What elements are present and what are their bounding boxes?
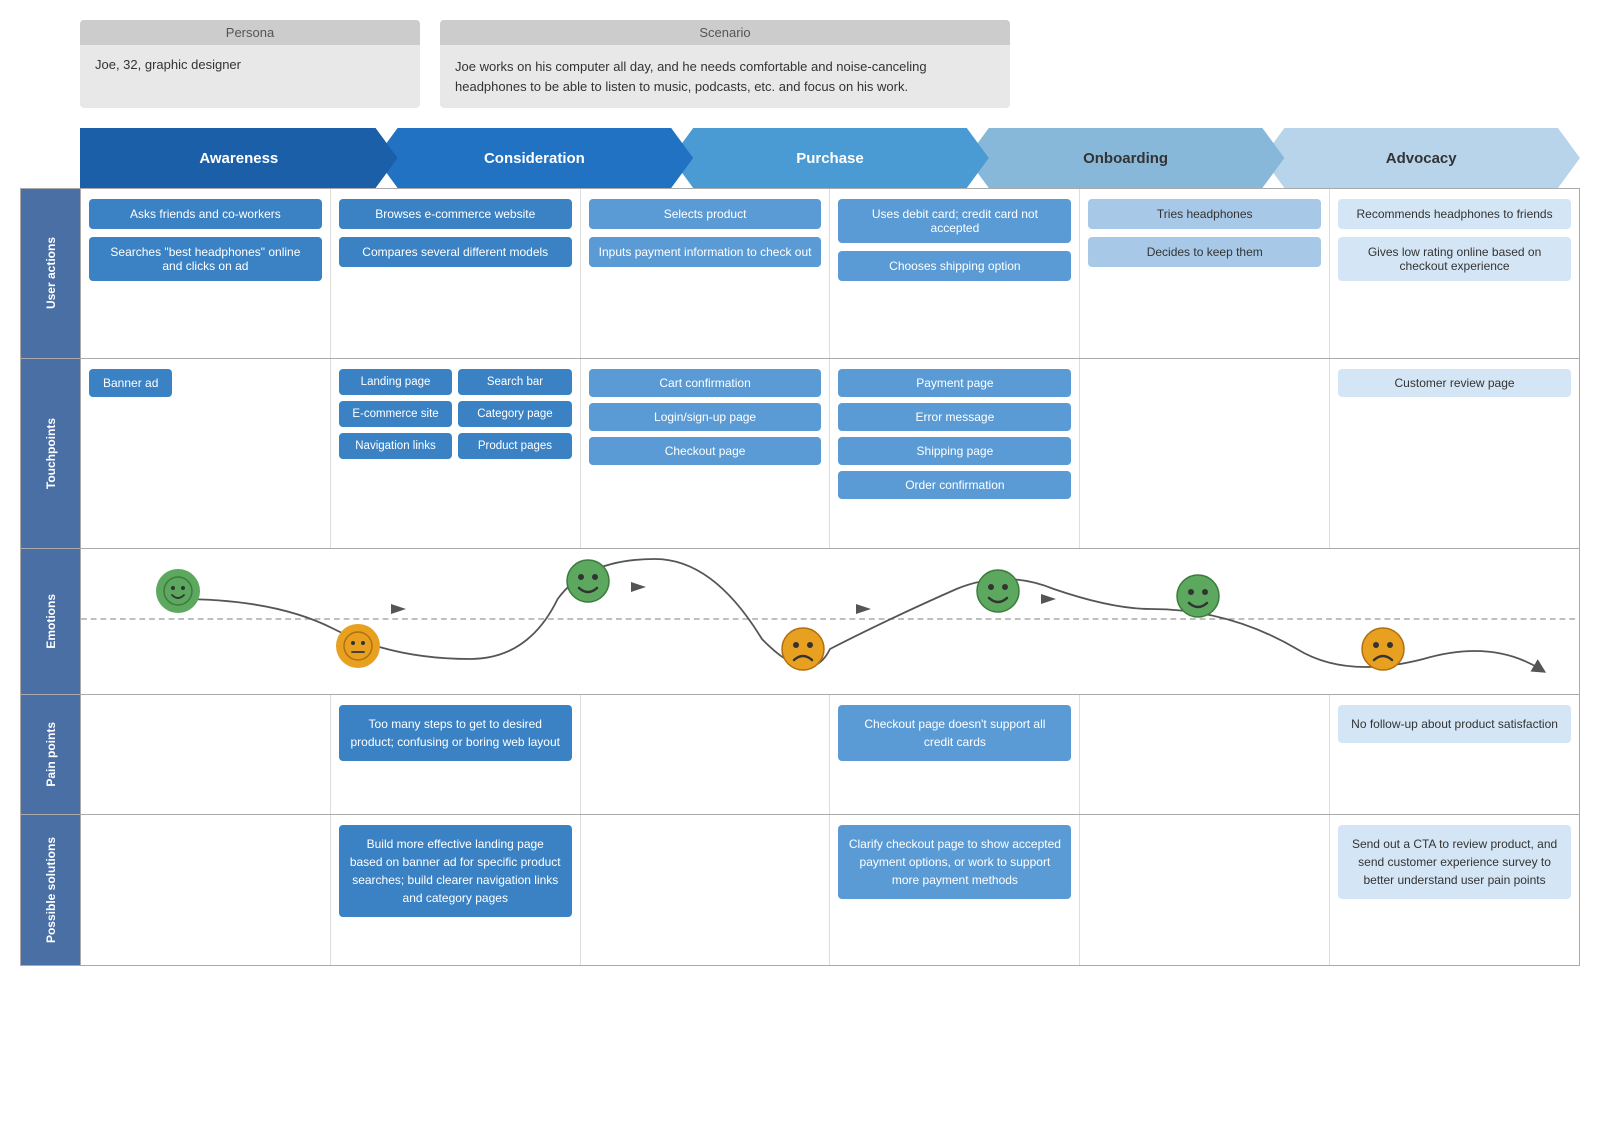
- emotion-face-5a: [1176, 574, 1220, 618]
- card-no-follow-up: No follow-up about product satisfaction: [1338, 705, 1571, 743]
- solutions-label: Possible solutions: [21, 815, 81, 965]
- sol-col-purchase: [581, 815, 831, 965]
- pp-col-onboarding-purchase: Checkout page doesn't support all credit…: [830, 695, 1080, 814]
- pain-points-row: Pain points Too many steps to get to des…: [21, 695, 1579, 815]
- emotion-face-1: [336, 624, 380, 668]
- phase-awareness: Awareness: [80, 128, 398, 188]
- card-decides-keep: Decides to keep them: [1088, 237, 1321, 267]
- ua-col-onboarding: Tries headphones Decides to keep them: [1080, 189, 1330, 358]
- emotion-face-3: [781, 627, 825, 671]
- card-uses-debit: Uses debit card; credit card not accepte…: [838, 199, 1071, 243]
- pp-col-onboarding: [1080, 695, 1330, 814]
- pp-col-consideration: Too many steps to get to desired product…: [331, 695, 581, 814]
- persona-box: Persona Joe, 32, graphic designer: [80, 20, 420, 108]
- sol-col-consideration: Build more effective landing page based …: [331, 815, 581, 965]
- card-landing-page: Landing page: [339, 369, 452, 395]
- card-search-bar: Search bar: [458, 369, 571, 395]
- emotion-arrow-3: [856, 599, 876, 624]
- card-ecommerce-site: E-commerce site: [339, 401, 452, 427]
- card-recommends: Recommends headphones to friends: [1338, 199, 1571, 229]
- ua-col-advocacy: Recommends headphones to friends Gives l…: [1330, 189, 1579, 358]
- card-login-page: Login/sign-up page: [589, 403, 822, 431]
- phase-consideration: Consideration: [376, 128, 694, 188]
- emotion-arrow-2: [631, 577, 651, 602]
- card-shipping-page: Shipping page: [838, 437, 1071, 465]
- emotion-face-2: [566, 559, 610, 603]
- card-send-cta: Send out a CTA to review product, and se…: [1338, 825, 1571, 899]
- sol-col-onboarding-purchase: Clarify checkout page to show accepted p…: [830, 815, 1080, 965]
- emotions-row: Emotions: [21, 549, 1579, 695]
- card-checkout-no-credit: Checkout page doesn't support all credit…: [838, 705, 1071, 761]
- card-order-confirm: Order confirmation: [838, 471, 1071, 499]
- tp-col-onboarding-purchase: Payment page Error message Shipping page…: [830, 359, 1080, 548]
- phase-purchase: Purchase: [671, 128, 989, 188]
- tp-col-consideration: Landing page Search bar E-commerce site …: [331, 359, 581, 548]
- phase-onboarding: Onboarding: [967, 128, 1285, 188]
- pp-col-advocacy: No follow-up about product satisfaction: [1330, 695, 1579, 814]
- card-cart-confirm: Cart confirmation: [589, 369, 822, 397]
- emotion-arrow-4: [1041, 589, 1061, 614]
- phase-advocacy: Advocacy: [1262, 128, 1580, 188]
- card-too-many-steps: Too many steps to get to desired product…: [339, 705, 572, 761]
- emotion-face-4: [976, 569, 1020, 613]
- card-error-message: Error message: [838, 403, 1071, 431]
- scenario-header: Scenario: [440, 20, 1010, 45]
- pp-col-purchase: [581, 695, 831, 814]
- card-payment-page: Payment page: [838, 369, 1071, 397]
- card-clarify-checkout: Clarify checkout page to show accepted p…: [838, 825, 1071, 899]
- card-chooses-shipping: Chooses shipping option: [838, 251, 1071, 281]
- card-checkout-page: Checkout page: [589, 437, 822, 465]
- tp-col-advocacy: Customer review page: [1330, 359, 1579, 548]
- card-banner-ad: Banner ad: [89, 369, 172, 397]
- emotion-face-0: [156, 569, 200, 613]
- emotions-label: Emotions: [21, 549, 81, 694]
- card-searches: Searches "best headphones" online and cl…: [89, 237, 322, 281]
- emotions-svg: [81, 549, 1579, 689]
- card-compares: Compares several different models: [339, 237, 572, 267]
- touchpoints-label: Touchpoints: [21, 359, 81, 548]
- card-customer-review-page: Customer review page: [1338, 369, 1571, 397]
- tp-col-awareness: Banner ad: [81, 359, 331, 548]
- card-tries-headphones: Tries headphones: [1088, 199, 1321, 229]
- scenario-content: Joe works on his computer all day, and h…: [440, 45, 1010, 108]
- ua-col-awareness: Asks friends and co-workers Searches "be…: [81, 189, 331, 358]
- user-actions-label: User actions: [21, 189, 81, 358]
- card-product-pages: Product pages: [458, 433, 571, 459]
- main-grid: User actions Asks friends and co-workers…: [20, 188, 1580, 966]
- sol-col-onboarding: [1080, 815, 1330, 965]
- user-actions-row: User actions Asks friends and co-workers…: [21, 189, 1579, 359]
- card-asks-friends: Asks friends and co-workers: [89, 199, 322, 229]
- card-nav-links: Navigation links: [339, 433, 452, 459]
- scenario-box: Scenario Joe works on his computer all d…: [440, 20, 1010, 108]
- card-selects-product: Selects product: [589, 199, 822, 229]
- card-category-page: Category page: [458, 401, 571, 427]
- tp-col-onboarding: [1080, 359, 1330, 548]
- persona-header: Persona: [80, 20, 420, 45]
- touchpoints-row: Touchpoints Banner ad Landing page Searc…: [21, 359, 1579, 549]
- pp-col-awareness: [81, 695, 331, 814]
- ua-col-purchase: Selects product Inputs payment informati…: [581, 189, 831, 358]
- card-browses: Browses e-commerce website: [339, 199, 572, 229]
- tp-col-purchase: Cart confirmation Login/sign-up page Che…: [581, 359, 831, 548]
- card-low-rating: Gives low rating online based on checkou…: [1338, 237, 1571, 281]
- emotion-face-5b: [1361, 627, 1405, 671]
- pain-points-label: Pain points: [21, 695, 81, 814]
- sol-col-awareness: [81, 815, 331, 965]
- emotion-arrow-1: [391, 599, 411, 624]
- sol-col-advocacy: Send out a CTA to review product, and se…: [1330, 815, 1579, 965]
- persona-content: Joe, 32, graphic designer: [80, 45, 420, 84]
- solutions-row: Possible solutions Build more effective …: [21, 815, 1579, 965]
- ua-col-onboarding-purchase: Uses debit card; credit card not accepte…: [830, 189, 1080, 358]
- ua-col-consideration: Browses e-commerce website Compares seve…: [331, 189, 581, 358]
- card-build-landing: Build more effective landing page based …: [339, 825, 572, 917]
- card-inputs-payment: Inputs payment information to check out: [589, 237, 822, 267]
